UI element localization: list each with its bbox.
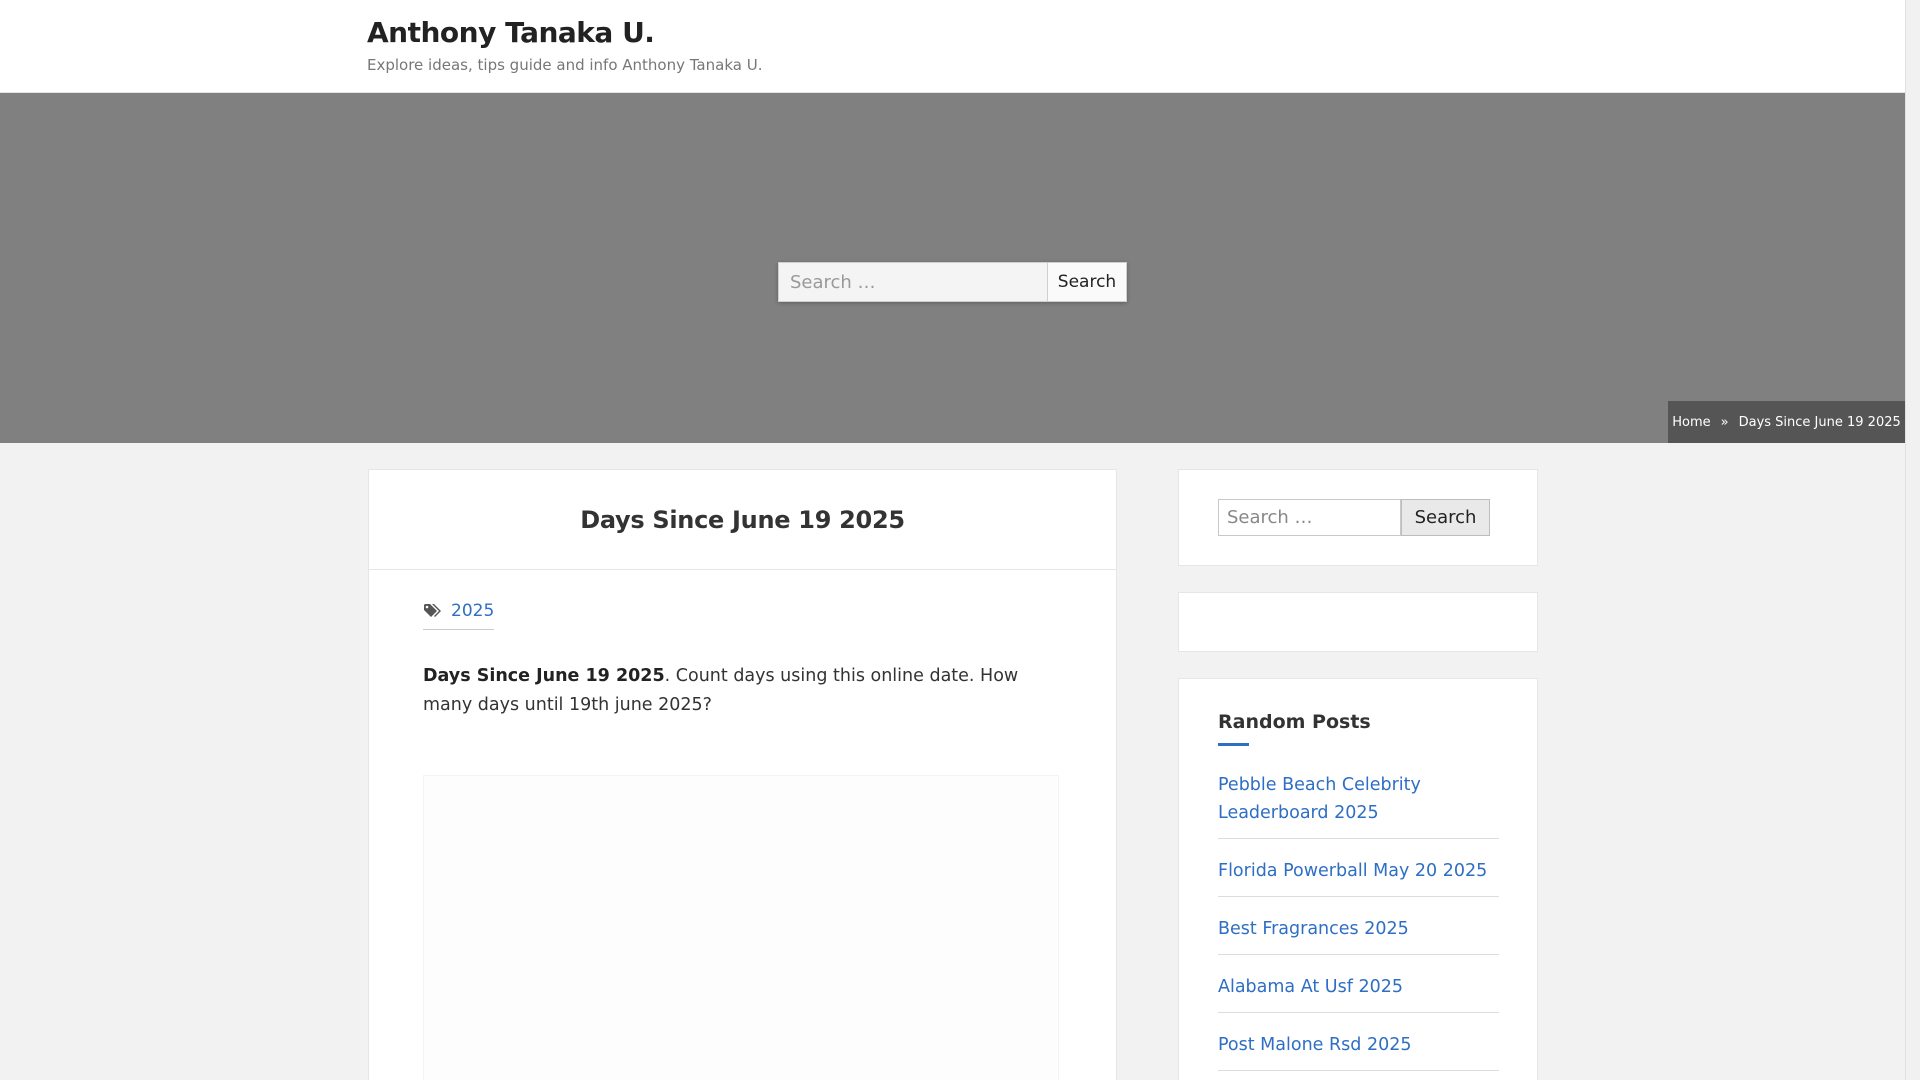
random-post-link[interactable]: Pebble Beach Celebrity Leaderboard 2025 — [1218, 771, 1499, 827]
list-item: Florida Powerball May 20 2025 — [1218, 849, 1499, 897]
site-header: Anthony Tanaka U. Explore ideas, tips gu… — [0, 0, 1905, 93]
tags-icon — [424, 604, 441, 617]
sidebar-empty-widget — [1178, 592, 1538, 652]
breadcrumb: Home » Days Since June 19 2025 — [1668, 401, 1905, 443]
random-posts-title: Random Posts — [1218, 711, 1371, 733]
sidebar-search-widget: Search … Search — [1178, 469, 1538, 566]
breadcrumb-home[interactable]: Home — [1672, 415, 1710, 430]
sidebar-search-input[interactable]: Search … — [1218, 499, 1401, 536]
random-posts-list: Pebble Beach Celebrity Leaderboard 2025 … — [1218, 763, 1499, 1080]
tag-link[interactable]: 2025 — [451, 601, 494, 621]
sidebar-search-form: Search … Search — [1218, 499, 1490, 536]
article-title: Days Since June 19 2025 — [580, 505, 905, 534]
hero-banner: Search … Search Home » Days Since June 1… — [0, 93, 1905, 443]
random-posts-widget: Random Posts Pebble Beach Celebrity Lead… — [1178, 678, 1538, 1080]
content-placeholder-box — [423, 775, 1059, 1080]
list-item: Post Malone Rsd 2025 — [1218, 1023, 1499, 1071]
sidebar-search-button[interactable]: Search — [1401, 499, 1490, 536]
list-item: Alabama At Usf 2025 — [1218, 965, 1499, 1013]
article-intro-bold: Days Since June 19 2025 — [423, 666, 665, 686]
site-title[interactable]: Anthony Tanaka U. — [367, 16, 655, 49]
article-header: Days Since June 19 2025 — [369, 470, 1116, 570]
random-post-link[interactable]: Florida Powerball May 20 2025 — [1218, 857, 1499, 885]
hero-search-button[interactable]: Search — [1048, 262, 1127, 302]
page-scrollbar[interactable] — [1905, 0, 1920, 1080]
breadcrumb-current: Days Since June 19 2025 — [1738, 414, 1901, 430]
hero-search-form: Search … Search — [778, 262, 1127, 302]
site-description: Explore ideas, tips guide and info Antho… — [367, 56, 763, 74]
random-post-link[interactable]: Alabama At Usf 2025 — [1218, 973, 1499, 1001]
list-item: Pebble Beach Celebrity Leaderboard 2025 — [1218, 763, 1499, 839]
random-posts-underline — [1218, 743, 1249, 746]
list-item: Best Fragrances 2025 — [1218, 907, 1499, 955]
article-intro: Days Since June 19 2025. Count days usin… — [423, 662, 1063, 720]
random-post-link[interactable]: Post Malone Rsd 2025 — [1218, 1031, 1499, 1059]
random-post-link[interactable]: Best Fragrances 2025 — [1218, 915, 1499, 943]
hero-search-input[interactable]: Search … — [778, 262, 1048, 302]
article-card: Days Since June 19 2025 2025 Days Since … — [368, 469, 1117, 1080]
page: Anthony Tanaka U. Explore ideas, tips gu… — [0, 0, 1905, 1080]
article-tags: 2025 — [423, 601, 495, 630]
breadcrumb-separator: » — [1720, 414, 1729, 430]
